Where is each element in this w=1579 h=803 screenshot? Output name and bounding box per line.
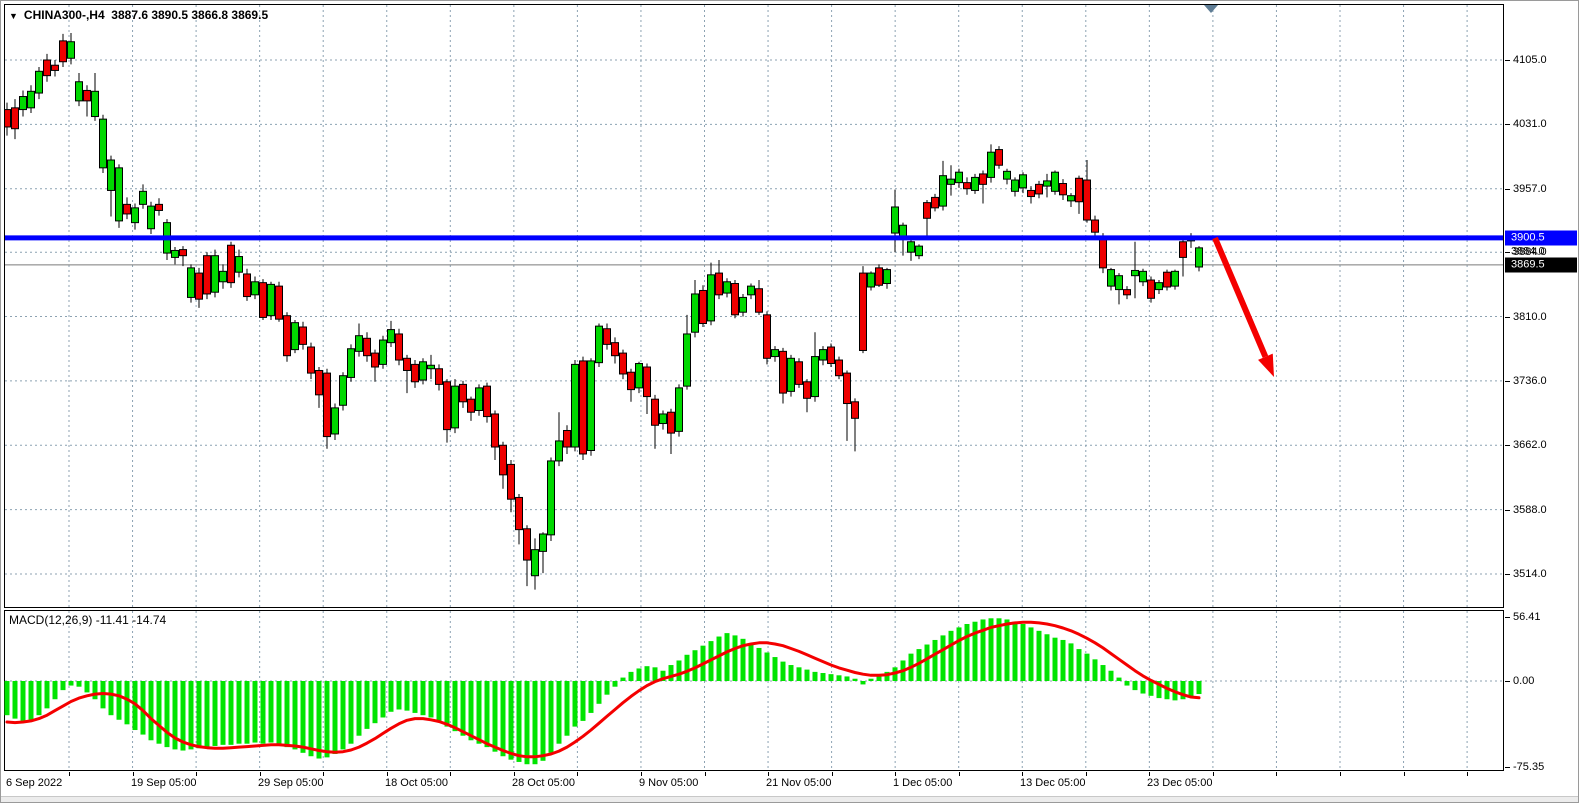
macd-indicator-label: MACD(12,26,9) -11.41 -14.74: [9, 613, 166, 627]
macd-axis-label: 0.00: [1513, 675, 1534, 687]
price-axis-label: 3514.0: [1513, 568, 1547, 580]
price-axis-tick: [1505, 60, 1510, 61]
horizontal-gridlines: [5, 60, 1503, 574]
window-bottom-edge: [1, 796, 1579, 803]
time-axis-tick: [895, 772, 896, 776]
main-chart-frame: [5, 5, 1504, 608]
time-axis-tick: [1149, 772, 1150, 776]
time-axis-label: 18 Oct 05:00: [385, 777, 448, 789]
macd-axis-tick: [1505, 767, 1510, 768]
time-axis-tick: [959, 772, 960, 776]
time-axis-tick: [196, 772, 197, 776]
down-arrow-object[interactable]: [1215, 238, 1274, 377]
time-axis-tick: [705, 772, 706, 776]
axis-corner: [1505, 771, 1579, 797]
time-axis-tick: [641, 772, 642, 776]
time-axis-tick: [387, 772, 388, 776]
symbol-period-label: CHINA300-,H4: [24, 8, 105, 22]
main-chart-area[interactable]: [4, 4, 1504, 608]
time-axis-tick: [133, 772, 134, 776]
chart-title: ▼ CHINA300-,H4 3887.6 3890.5 3866.8 3869.…: [9, 8, 268, 22]
price-axis-tick: [1505, 317, 1510, 318]
price-axis-tick: [1505, 445, 1510, 446]
macd-signal-line: [7, 622, 1199, 757]
price-axis-label: 4105.0: [1513, 54, 1547, 66]
price-axis-label: 3810.0: [1513, 311, 1547, 323]
price-axis-tick: [1505, 510, 1510, 511]
bid-price-box: 3869.5: [1505, 257, 1577, 272]
symbol-dropdown-icon[interactable]: ▼: [9, 11, 18, 21]
price-axis-label: 3588.0: [1513, 504, 1547, 516]
time-axis-tick: [514, 772, 515, 776]
price-axis-tick: [1505, 124, 1510, 125]
price-axis-tick: [1505, 381, 1510, 382]
price-axis-label: 3662.0: [1513, 439, 1547, 451]
time-axis-label: 23 Dec 05:00: [1147, 777, 1212, 789]
macd-axis-label: 56.41: [1513, 611, 1541, 623]
time-axis-tick: [323, 772, 324, 776]
time-axis-tick: [1276, 772, 1277, 776]
price-axis-label: 3957.0: [1513, 183, 1547, 195]
price-axis-label: 4031.0: [1513, 118, 1547, 130]
price-axis-tick: [1505, 189, 1510, 190]
time-axis-tick: [832, 772, 833, 776]
time-axis-tick: [577, 772, 578, 776]
chart-window: ▼ CHINA300-,H4 3887.6 3890.5 3866.8 3869.…: [0, 0, 1579, 803]
time-axis-tick: [1467, 772, 1468, 776]
time-axis-label: 6 Sep 2022: [6, 777, 62, 789]
time-axis-label: 28 Oct 05:00: [512, 777, 575, 789]
ohlc-quote-label: 3887.6 3890.5 3866.8 3869.5: [111, 8, 268, 22]
macd-panel[interactable]: [4, 610, 1504, 771]
time-axis-tick: [1340, 772, 1341, 776]
macd-axis-tick: [1505, 681, 1510, 682]
time-axis-label: 19 Sep 05:00: [131, 777, 196, 789]
time-axis-label: 21 Nov 05:00: [766, 777, 831, 789]
time-axis-label: 13 Dec 05:00: [1020, 777, 1085, 789]
time-axis-tick: [768, 772, 769, 776]
price-axis-label: 3736.0: [1513, 375, 1547, 387]
time-axis-tick: [1213, 772, 1214, 776]
chart-shift-marker-icon[interactable]: [1204, 5, 1218, 13]
time-axis-tick: [1404, 772, 1405, 776]
macd-axis-tick: [1505, 617, 1510, 618]
resistance-price-box: 3900.5: [1505, 230, 1577, 245]
time-axis-tick: [69, 772, 70, 776]
time-axis-tick: [1022, 772, 1023, 776]
time-axis-label: 9 Nov 05:00: [639, 777, 698, 789]
time-axis-tick: [1086, 772, 1087, 776]
price-axis-tick: [1505, 574, 1510, 575]
time-axis-label: 29 Sep 05:00: [258, 777, 323, 789]
time-axis-tick: [450, 772, 451, 776]
time-axis-tick: [260, 772, 261, 776]
time-axis-label: 1 Dec 05:00: [893, 777, 952, 789]
